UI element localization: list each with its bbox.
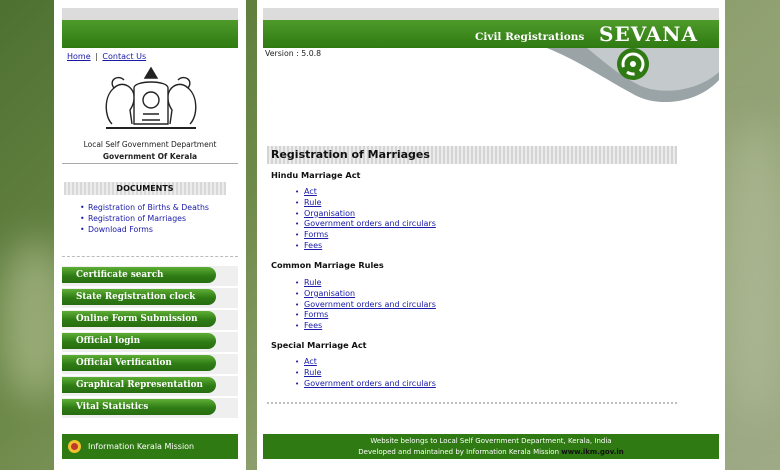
side-button-row: Certificate search xyxy=(62,266,238,286)
divider xyxy=(267,402,677,404)
online-form-submission-button[interactable]: Online Form Submission xyxy=(62,311,216,327)
documents-heading: DOCUMENTS xyxy=(64,182,226,195)
main-content: Civil Registrations SEVANA Version : 5.0… xyxy=(257,0,725,470)
official-verification-button[interactable]: Official Verification xyxy=(62,355,216,371)
act-link[interactable]: Act xyxy=(304,357,317,366)
footer-site-link[interactable]: www.ikm.gov.in xyxy=(561,448,623,456)
divider xyxy=(62,163,238,164)
section-links: Rule Organisation Government orders and … xyxy=(295,278,436,332)
rule-link[interactable]: Rule xyxy=(304,198,321,207)
graphical-representation-button[interactable]: Graphical Representation xyxy=(62,377,216,393)
footer-ownership: Website belongs to Local Self Government… xyxy=(370,437,612,445)
forms-link[interactable]: Forms xyxy=(304,230,328,239)
rule-link[interactable]: Rule xyxy=(304,368,321,377)
certificate-search-button[interactable]: Certificate search xyxy=(62,267,216,283)
rule-link[interactable]: Rule xyxy=(304,278,321,287)
side-button-row: Official login xyxy=(62,332,238,352)
doc-marriages-link[interactable]: Registration of Marriages xyxy=(88,213,209,224)
contact-us-link[interactable]: Contact Us xyxy=(102,52,146,61)
site-footer: Website belongs to Local Self Government… xyxy=(263,434,719,459)
sevana-brand: SEVANA xyxy=(599,22,698,46)
state-registration-clock-button[interactable]: State Registration clock xyxy=(62,289,216,305)
government-line: Government Of Kerala xyxy=(102,152,198,161)
civil-registrations-subtitle: Civil Registrations xyxy=(475,31,585,43)
side-button-row: State Registration clock xyxy=(62,288,238,308)
section-links: Act Rule Organisation Government orders … xyxy=(295,187,436,252)
organisation-link[interactable]: Organisation xyxy=(304,209,355,218)
ikm-footer: Information Kerala Mission xyxy=(62,434,238,459)
act-link[interactable]: Act xyxy=(304,187,317,196)
government-orders-link[interactable]: Government orders and circulars xyxy=(304,300,436,309)
top-nav: Home | Contact Us xyxy=(67,52,146,61)
home-link[interactable]: Home xyxy=(67,52,91,61)
version-label: Version : 5.0.8 xyxy=(265,49,322,58)
section-heading: Common Marriage Rules xyxy=(271,260,384,270)
footer-developer: Developed and maintained by Information … xyxy=(263,447,719,458)
section-heading: Hindu Marriage Act xyxy=(271,170,361,180)
nav-separator: | xyxy=(95,52,98,61)
department-line: Local Self Government Department xyxy=(83,140,217,149)
department-name: Local Self Government Department Governm… xyxy=(54,139,246,163)
page-title: Registration of Marriages xyxy=(267,146,677,164)
government-orders-link[interactable]: Government orders and circulars xyxy=(304,379,436,388)
government-orders-link[interactable]: Government orders and circulars xyxy=(304,219,436,228)
side-button-row: Online Form Submission xyxy=(62,310,238,330)
side-button-row: Graphical Representation xyxy=(62,376,238,396)
vital-statistics-button[interactable]: Vital Statistics xyxy=(62,399,216,415)
fees-link[interactable]: Fees xyxy=(304,241,322,250)
documents-list: Registration of Births & Deaths Registra… xyxy=(88,202,209,235)
forms-link[interactable]: Forms xyxy=(304,310,328,319)
ikm-logo-icon xyxy=(68,440,81,453)
side-button-row: Official Verification xyxy=(62,354,238,374)
section-links: Act Rule Government orders and circulars xyxy=(295,357,436,389)
side-button-row: Vital Statistics xyxy=(62,398,238,418)
main-top-bar xyxy=(263,8,719,20)
left-top-bar xyxy=(62,8,238,20)
kerala-emblem-icon xyxy=(105,66,197,129)
doc-download-forms-link[interactable]: Download Forms xyxy=(88,224,209,235)
footer-developer-text: Developed and maintained by Information … xyxy=(358,448,560,456)
official-login-button[interactable]: Official login xyxy=(62,333,216,349)
fees-link[interactable]: Fees xyxy=(304,321,322,330)
left-sidebar: Home | Contact Us Local Self Government … xyxy=(54,0,246,470)
divider xyxy=(62,256,238,257)
doc-births-deaths-link[interactable]: Registration of Births & Deaths xyxy=(88,202,209,213)
left-green-banner xyxy=(62,20,238,48)
ikm-label: Information Kerala Mission xyxy=(88,442,195,451)
section-heading: Special Marriage Act xyxy=(271,340,367,350)
organisation-link[interactable]: Organisation xyxy=(304,289,355,298)
